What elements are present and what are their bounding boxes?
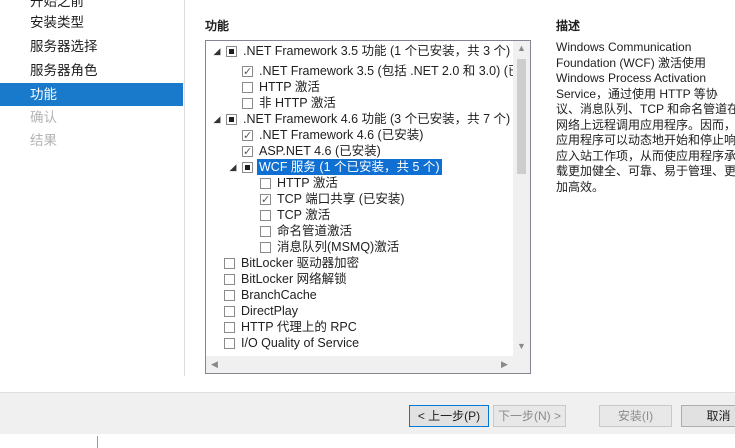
- cancel-button[interactable]: 取消: [681, 405, 735, 427]
- feature-label: HTTP 代理上的 RPC: [241, 320, 357, 334]
- nav-item-server-selection[interactable]: 服务器选择: [0, 35, 183, 58]
- feature-checkbox[interactable]: [224, 305, 235, 317]
- tree-item[interactable]: BitLocker 驱动器加密: [224, 255, 359, 271]
- scrollbar-corner: [513, 356, 530, 373]
- horizontal-scrollbar[interactable]: ◀ ▶: [206, 356, 514, 373]
- feature-checkbox[interactable]: [224, 321, 235, 333]
- feature-label: .NET Framework 4.6 (已安装): [259, 128, 424, 142]
- feature-checkbox[interactable]: [260, 225, 271, 237]
- nav-divider: [184, 0, 185, 376]
- feature-label: .NET Framework 3.5 (包括 .NET 2.0 和 3.0) (…: [259, 64, 521, 78]
- feature-checkbox[interactable]: [260, 192, 271, 208]
- feature-label: .NET Framework 3.5 功能 (1 个已安装，共 3 个): [243, 44, 511, 58]
- tree-item[interactable]: ◢ .NET Framework 4.6 功能 (3 个已安装，共 7 个): [212, 111, 511, 127]
- feature-checkbox[interactable]: [226, 113, 237, 125]
- footer-separator: [97, 436, 98, 448]
- tree-item[interactable]: ◢ .NET Framework 3.5 功能 (1 个已安装，共 3 个): [212, 43, 511, 59]
- previous-button[interactable]: < 上一步(P): [409, 405, 489, 427]
- scroll-right-icon[interactable]: ▶: [496, 359, 513, 370]
- feature-label: TCP 激活: [277, 208, 331, 222]
- features-title: 功能: [205, 19, 230, 33]
- description-text: Windows Communication Foundation (WCF) 激…: [556, 40, 735, 194]
- feature-checkbox[interactable]: [226, 45, 237, 57]
- feature-label: TCP 端口共享 (已安装): [277, 192, 405, 206]
- feature-checkbox[interactable]: [242, 64, 253, 80]
- wizard-nav: 开始之前 安装类型 服务器选择 服务器角色 功能 确认 结果: [0, 0, 185, 378]
- vertical-scrollbar[interactable]: ▲ ▼: [513, 41, 530, 356]
- feature-checkbox[interactable]: [260, 241, 271, 253]
- tree-item[interactable]: TCP 激活: [260, 207, 330, 223]
- features-tree[interactable]: ◢ .NET Framework 3.5 功能 (1 个已安装，共 3 个) .NE…: [205, 40, 531, 374]
- scroll-down-icon[interactable]: ▼: [513, 341, 530, 351]
- nav-item-results: 结果: [30, 133, 57, 148]
- scroll-left-icon[interactable]: ◀: [206, 359, 223, 370]
- scrollbar-thumb[interactable]: [517, 59, 526, 174]
- feature-checkbox[interactable]: [260, 177, 271, 189]
- nav-item-installation-type[interactable]: 安装类型: [0, 11, 183, 34]
- feature-checkbox[interactable]: [260, 209, 271, 221]
- nav-item-server-roles[interactable]: 服务器角色: [0, 59, 183, 82]
- feature-label: 消息队列(MSMQ)激活: [277, 240, 400, 254]
- feature-label: DirectPlay: [241, 304, 298, 318]
- feature-checkbox[interactable]: [224, 273, 235, 285]
- tree-item[interactable]: ◢ WCF 服务 (1 个已安装，共 5 个): [228, 159, 442, 175]
- tree-item[interactable]: HTTP 激活: [260, 175, 338, 191]
- feature-label: HTTP 激活: [259, 80, 320, 94]
- feature-label: WCF 服务 (1 个已安装，共 5 个): [257, 159, 442, 175]
- tree-item[interactable]: HTTP 激活: [242, 79, 320, 95]
- nav-item-features[interactable]: 功能: [0, 83, 183, 106]
- feature-checkbox[interactable]: [242, 81, 253, 93]
- collapse-arrow-icon[interactable]: ◢: [212, 43, 222, 59]
- scroll-up-icon[interactable]: ▲: [513, 43, 530, 53]
- feature-checkbox[interactable]: [242, 97, 253, 109]
- feature-label: 命名管道激活: [277, 224, 353, 238]
- feature-checkbox[interactable]: [242, 128, 253, 144]
- tree-item[interactable]: BranchCache: [224, 287, 317, 303]
- feature-checkbox[interactable]: [224, 257, 235, 269]
- feature-checkbox[interactable]: [242, 161, 253, 173]
- tree-item[interactable]: TCP 端口共享 (已安装): [260, 191, 405, 208]
- tree-item[interactable]: DirectPlay: [224, 303, 298, 319]
- feature-checkbox[interactable]: [224, 337, 235, 349]
- description-title: 描述: [556, 19, 581, 33]
- tree-item[interactable]: 非 HTTP 激活: [242, 95, 336, 111]
- install-button: 安装(I): [599, 405, 672, 427]
- feature-label: .NET Framework 4.6 功能 (3 个已安装，共 7 个): [243, 112, 511, 126]
- collapse-arrow-icon[interactable]: ◢: [228, 159, 238, 175]
- tree-item[interactable]: 命名管道激活: [260, 223, 352, 239]
- feature-label: BitLocker 网络解锁: [241, 272, 347, 286]
- collapse-arrow-icon[interactable]: ◢: [212, 111, 222, 127]
- feature-label: ASP.NET 4.6 (已安装): [259, 144, 381, 158]
- feature-label: I/O Quality of Service: [241, 336, 360, 350]
- tree-item[interactable]: HTTP 代理上的 RPC: [224, 319, 357, 335]
- feature-label: BitLocker 驱动器加密: [241, 256, 360, 270]
- feature-label: HTTP 激活: [277, 176, 338, 190]
- feature-checkbox[interactable]: [242, 144, 253, 160]
- feature-label: 非 HTTP 激活: [259, 96, 336, 110]
- tree-item[interactable]: I/O Quality of Service: [224, 335, 359, 351]
- tree-item[interactable]: ASP.NET 4.6 (已安装): [242, 143, 381, 160]
- footer-area: [0, 434, 735, 448]
- nav-item-confirmation: 确认: [30, 110, 57, 125]
- feature-checkbox[interactable]: [224, 289, 235, 301]
- tree-item[interactable]: BitLocker 网络解锁: [224, 271, 347, 287]
- feature-label: BranchCache: [241, 288, 317, 302]
- next-button: 下一步(N) >: [493, 405, 566, 427]
- tree-item[interactable]: .NET Framework 4.6 (已安装): [242, 127, 424, 144]
- tree-item[interactable]: .NET Framework 3.5 (包括 .NET 2.0 和 3.0) (…: [242, 63, 521, 80]
- tree-item[interactable]: 消息队列(MSMQ)激活: [260, 239, 399, 255]
